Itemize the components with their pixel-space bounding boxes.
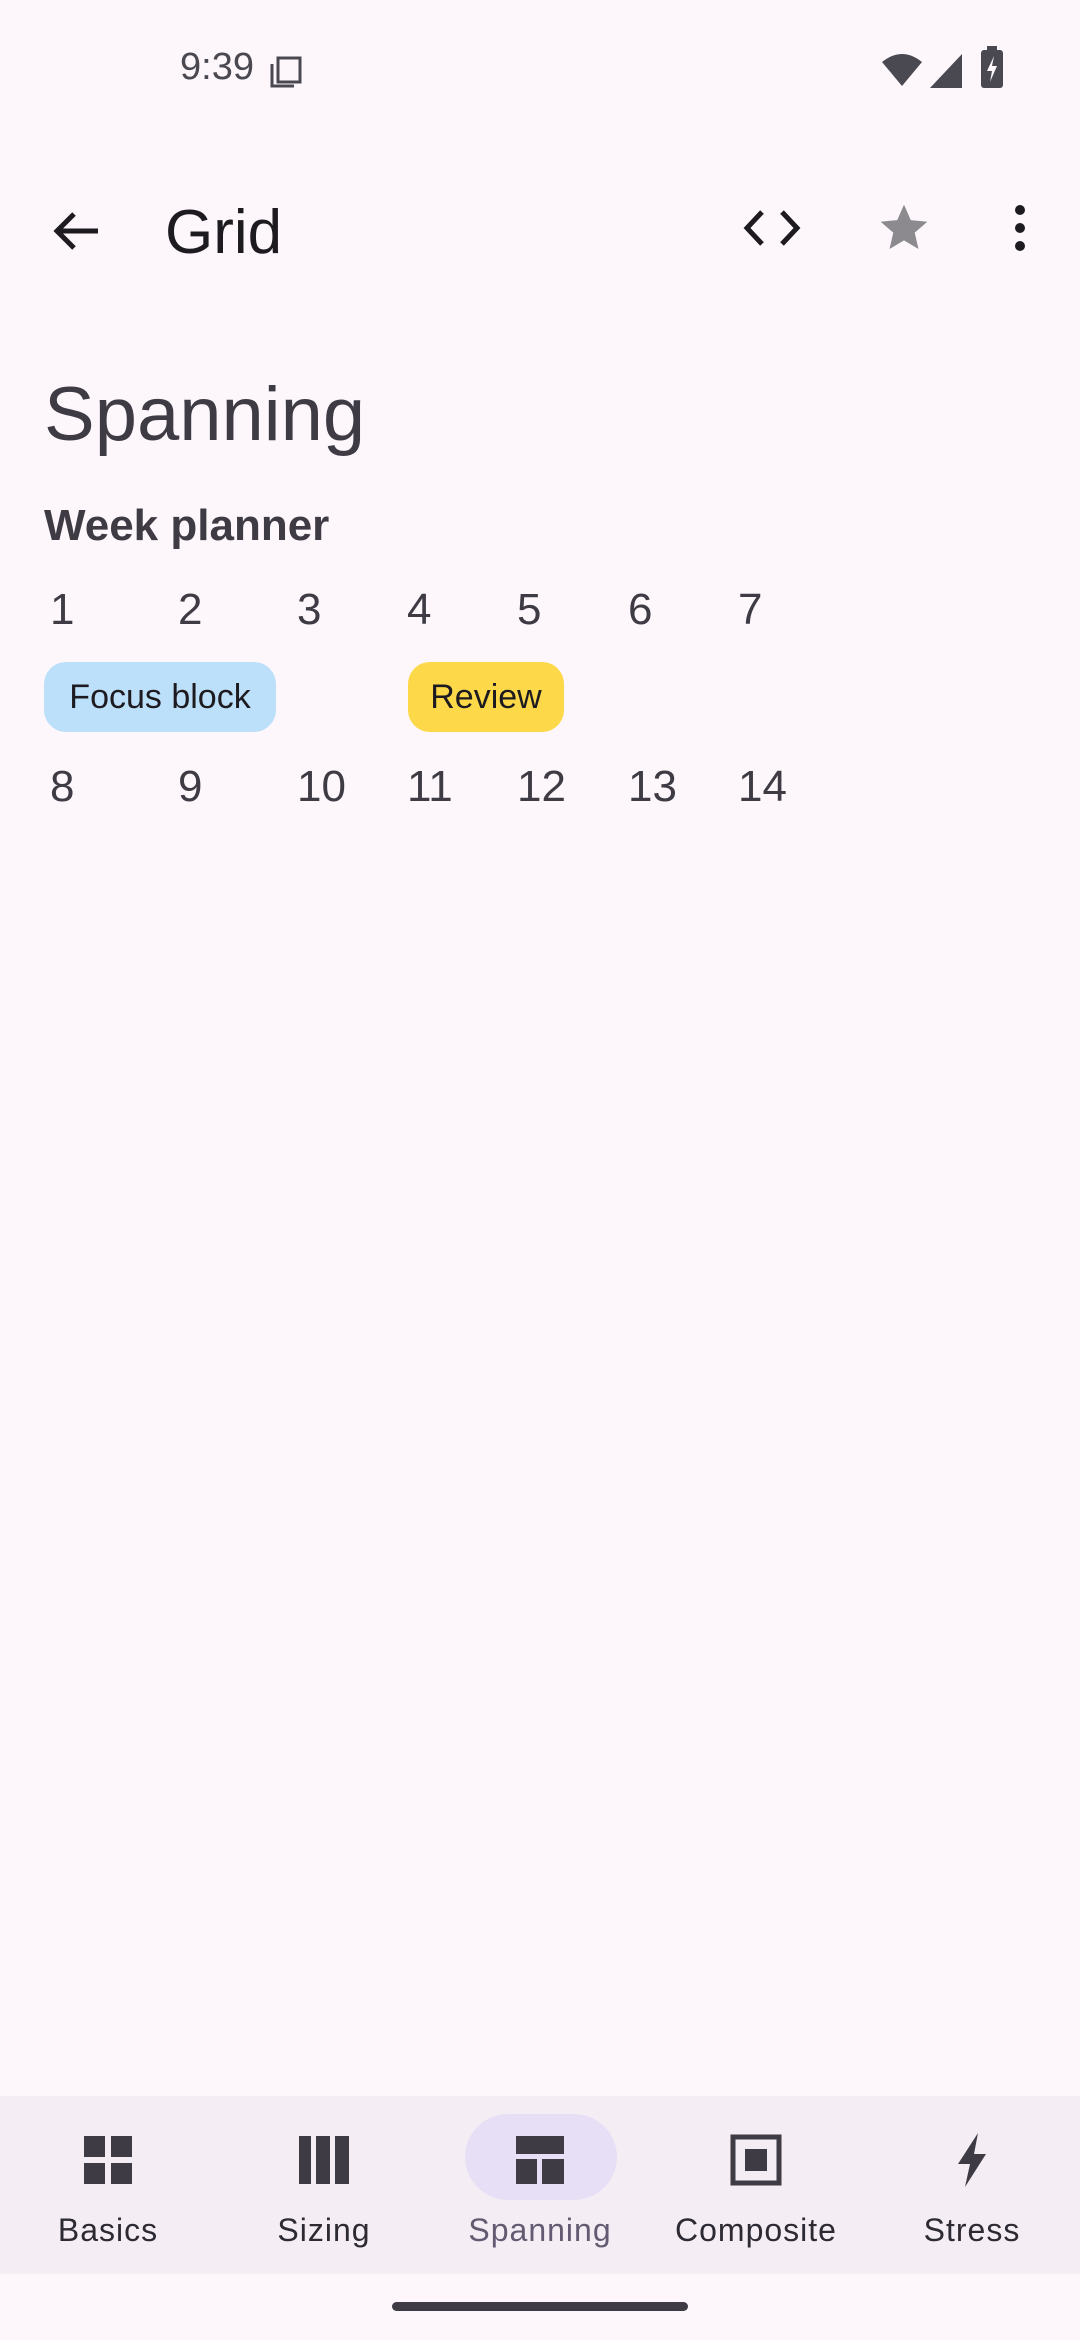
day-number: 6 [628, 585, 653, 634]
square-frame-icon [726, 2130, 786, 2190]
day-number: 10 [297, 762, 346, 811]
section-heading: Spanning [44, 372, 366, 457]
day-number: 2 [178, 585, 203, 634]
screen-copy-icon [268, 54, 304, 95]
bottom-navigation: Basics Sizing Spanning Composite Stress [0, 2096, 1080, 2274]
nav-label: Stress [923, 2212, 1021, 2248]
status-bar: 9:39 [0, 0, 1080, 140]
code-icon [743, 210, 801, 246]
home-indicator[interactable] [392, 2302, 688, 2311]
bolt-icon [942, 2130, 1002, 2190]
arrow-back-icon [53, 212, 98, 250]
nav-item-spanning[interactable]: Spanning [432, 2096, 648, 2274]
nav-label: Sizing [277, 2212, 371, 2248]
back-button[interactable] [40, 195, 112, 267]
nav-item-basics[interactable]: Basics [0, 2096, 216, 2274]
nav-item-composite[interactable]: Composite [648, 2096, 864, 2274]
nav-label: Composite [675, 2212, 837, 2248]
day-number: 12 [517, 762, 566, 811]
event-chip-review[interactable]: Review [408, 662, 564, 732]
day-number: 8 [50, 762, 75, 811]
day-number: 13 [628, 762, 677, 811]
cell-signal-icon [928, 50, 964, 95]
status-time: 9:39 [180, 46, 254, 88]
columns-icon [294, 2130, 354, 2190]
page-title: Grid [165, 198, 283, 267]
star-icon [880, 204, 928, 249]
nav-label: Basics [57, 2212, 159, 2248]
nav-item-sizing[interactable]: Sizing [216, 2096, 432, 2274]
day-number: 1 [50, 585, 75, 634]
nav-label: Spanning [468, 2212, 612, 2248]
event-chip-focus-block[interactable]: Focus block [44, 662, 276, 732]
nav-item-stress[interactable]: Stress [864, 2096, 1080, 2274]
wifi-icon [880, 50, 924, 95]
day-number: 11 [407, 762, 453, 811]
day-number: 7 [738, 585, 763, 634]
battery-icon [980, 46, 1004, 95]
more-vert-icon [1015, 205, 1025, 251]
span-layout-icon [510, 2130, 570, 2190]
planner-title: Week planner [44, 501, 330, 550]
more-options-button[interactable] [980, 188, 1060, 268]
view-code-button[interactable] [732, 188, 812, 268]
day-number: 5 [517, 585, 542, 634]
favorite-button[interactable] [864, 188, 944, 268]
day-number: 14 [738, 762, 787, 811]
day-number: 9 [178, 762, 203, 811]
top-app-bar: Grid [0, 170, 1080, 280]
grid-icon [78, 2130, 138, 2190]
day-number: 3 [297, 585, 322, 634]
day-number: 4 [407, 585, 432, 634]
